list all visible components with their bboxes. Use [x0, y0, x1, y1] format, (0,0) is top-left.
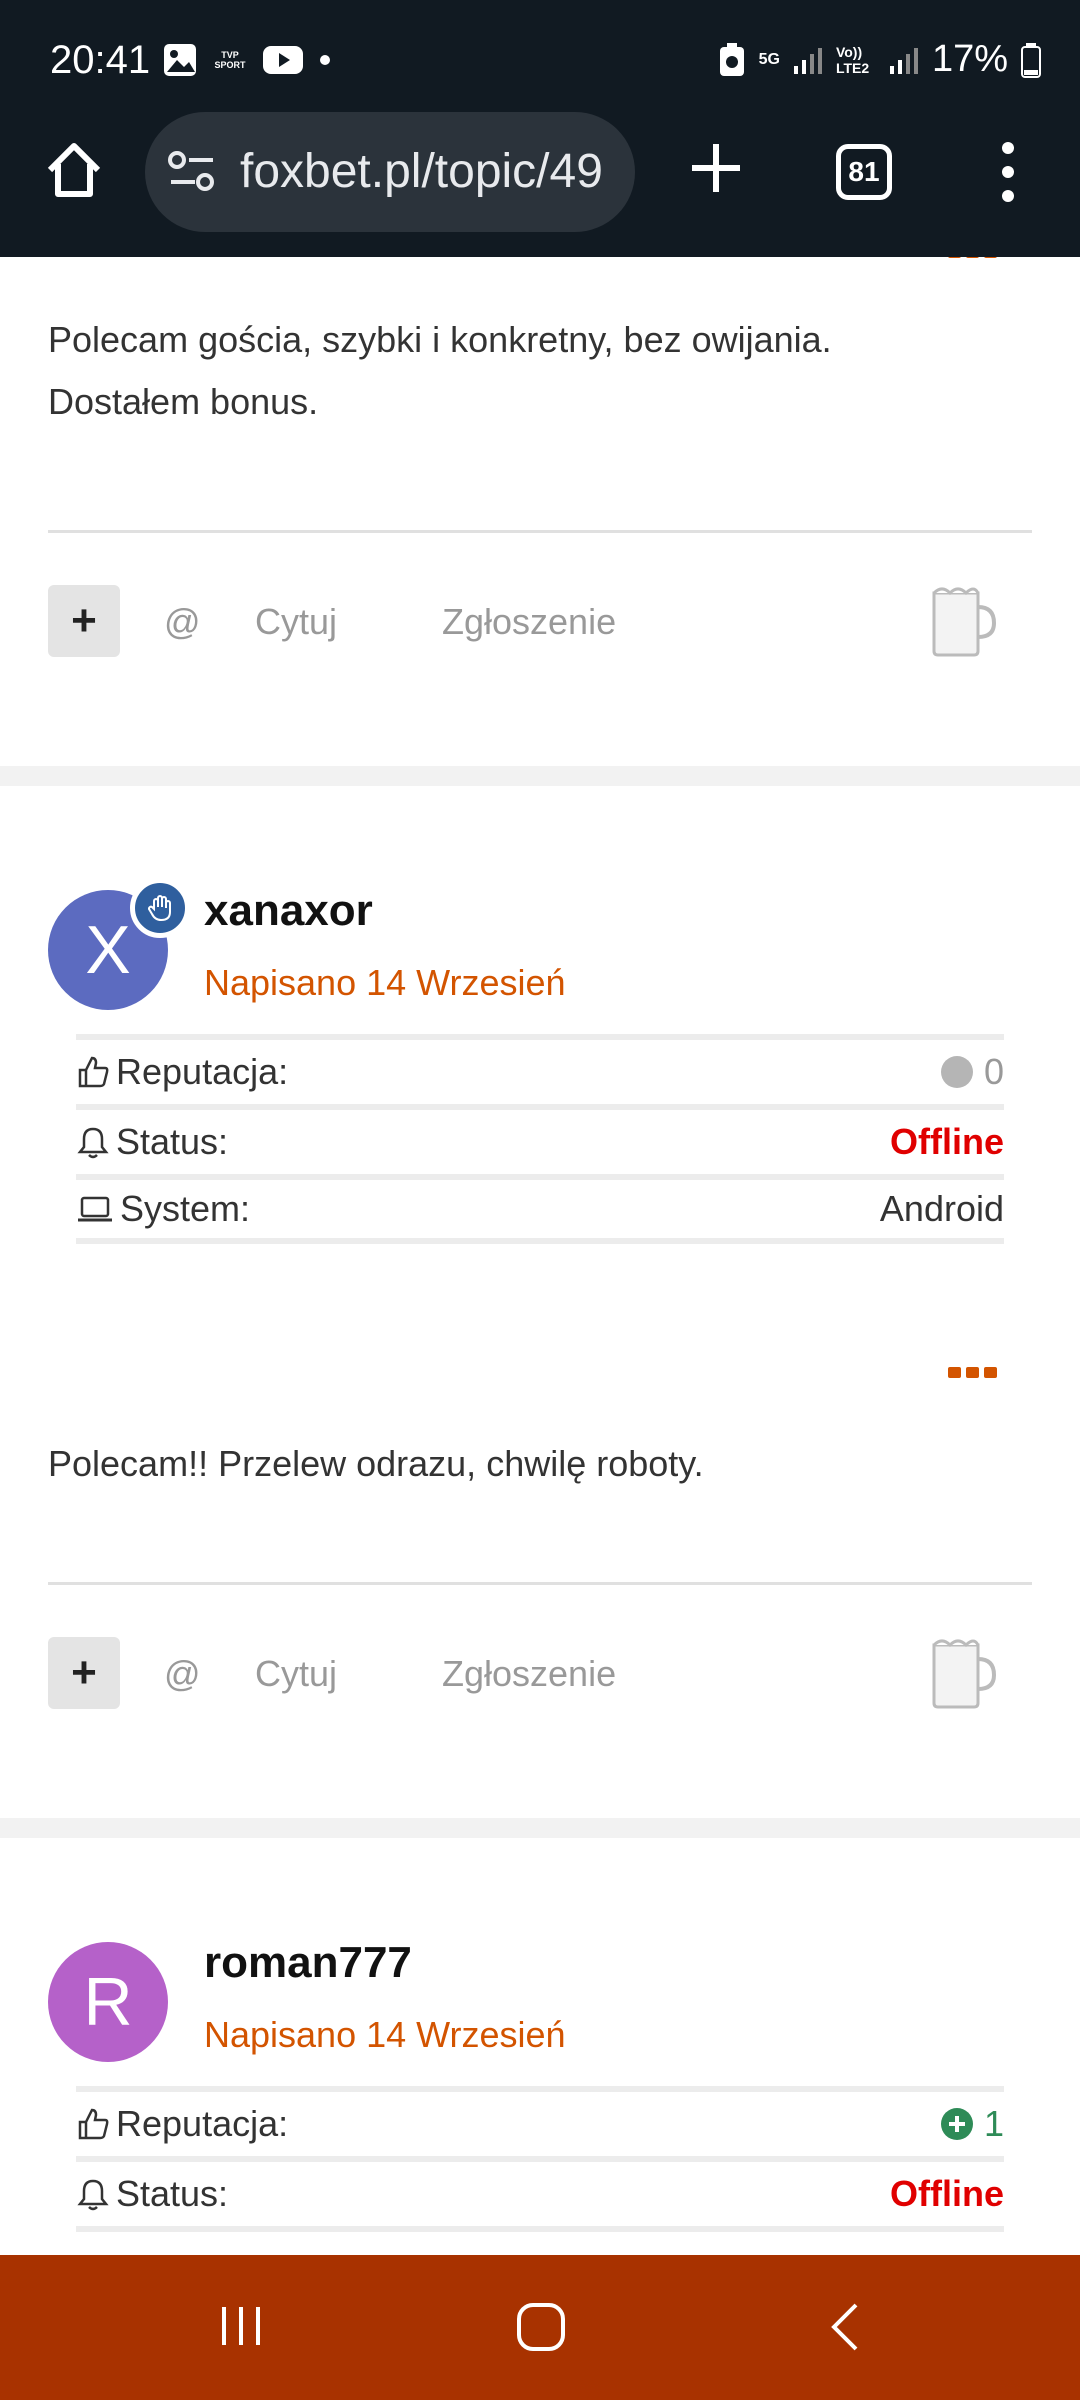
- hand-icon: [148, 895, 171, 922]
- reputation-label: Reputacja:: [116, 1051, 289, 1092]
- system-value: Android: [879, 1188, 1004, 1229]
- status-label: Status:: [116, 2173, 229, 2214]
- beer-mug-icon[interactable]: [928, 1635, 998, 1709]
- report-button[interactable]: Zgłoszenie: [442, 601, 616, 643]
- back-icon[interactable]: [826, 2301, 866, 2353]
- reputation-value: 1: [983, 2103, 1004, 2144]
- url-toolbar: foxbet.pl/topic/49 81: [0, 112, 1080, 232]
- address-bar[interactable]: foxbet.pl/topic/49: [145, 112, 635, 232]
- status-row: Status: Offline: [76, 2156, 1004, 2226]
- mention-button[interactable]: @: [164, 601, 201, 643]
- post-body: Polecam!! Przelew odrazu, chwilę roboty.: [48, 1443, 704, 1484]
- post-date: Napisano 14 Wrzesień: [204, 962, 566, 1003]
- username[interactable]: roman777: [204, 1938, 412, 1988]
- browser-chrome: 20:41 TVP SPORT 5G Vo)) LTE2 17% foxbet.…: [0, 0, 1080, 257]
- network-type: 5G: [758, 50, 780, 68]
- neutral-rep-icon: [940, 1056, 973, 1088]
- moderator-badge: [130, 878, 190, 938]
- status-row: Status: Offline: [76, 1104, 1004, 1174]
- post-card: X xanaxor Napisano 14 Wrzesień Reputacja…: [0, 786, 1080, 1818]
- system-row-partial: [76, 2226, 1004, 2255]
- clock: 20:41: [50, 38, 151, 82]
- post-text-line: Dostałem bonus.: [48, 381, 319, 422]
- tab-switcher-button[interactable]: 81: [836, 144, 892, 200]
- signal-icon-2: [889, 47, 918, 74]
- status-value: Offline: [890, 1121, 1004, 1162]
- mention-button[interactable]: @: [164, 1653, 201, 1695]
- author-info: Reputacja: 1 Status: Offline: [76, 2086, 1004, 2255]
- site-settings-icon[interactable]: [167, 150, 217, 194]
- reputation-row: Reputacja: 0: [76, 1034, 1004, 1104]
- divider: [48, 1582, 1032, 1585]
- reaction-button[interactable]: +: [48, 1637, 120, 1709]
- new-tab-icon[interactable]: [680, 132, 752, 204]
- youtube-icon: [263, 46, 303, 74]
- post-card: Polecam gościa, szybki i konkretny, bez …: [0, 257, 1080, 766]
- reputation-label: Reputacja:: [116, 2103, 289, 2144]
- signal-icon: [793, 47, 822, 74]
- system-label: System:: [120, 1188, 251, 1229]
- username[interactable]: xanaxor: [204, 886, 373, 936]
- battery-percent: 17%: [931, 38, 1008, 80]
- beer-mug-icon[interactable]: [928, 583, 998, 657]
- avatar[interactable]: R: [48, 1942, 168, 2062]
- page-content: Polecam gościa, szybki i konkretny, bez …: [0, 257, 1080, 2255]
- url-text[interactable]: foxbet.pl/topic/49: [240, 144, 620, 199]
- lte-label: Vo)) LTE2: [835, 43, 870, 76]
- status-label: Status:: [116, 1121, 229, 1162]
- laptop-icon: [78, 1196, 112, 1222]
- notification-icons: TVP SPORT: [162, 42, 332, 78]
- system-nav-bar: [0, 2255, 1080, 2400]
- quote-button[interactable]: Cytuj: [255, 1653, 337, 1695]
- post-body: Polecam gościa, szybki i konkretny, bez …: [48, 309, 832, 433]
- overflow-menu-icon[interactable]: [990, 136, 1026, 208]
- dot-icon: [320, 55, 330, 65]
- divider: [48, 530, 1032, 533]
- reputation-value: 0: [983, 1051, 1004, 1092]
- thumbs-up-icon: [78, 1056, 109, 1088]
- home-icon[interactable]: [38, 134, 110, 206]
- post-card: R roman777 Napisano 14 Wrzesień Reputacj…: [0, 1838, 1080, 2255]
- report-button[interactable]: Zgłoszenie: [442, 1653, 616, 1695]
- gallery-icon: [164, 44, 196, 76]
- more-options-icon[interactable]: [948, 257, 997, 258]
- post-text-line: Polecam gościa, szybki i konkretny, bez …: [48, 319, 832, 360]
- thumbs-up-icon: [78, 2108, 109, 2140]
- bell-icon: [77, 2179, 109, 2211]
- more-options-icon[interactable]: [948, 1367, 997, 1378]
- tvp-sport-icon: TVP SPORT: [214, 50, 246, 70]
- author-info: Reputacja: 0 Status: Offline System: And…: [76, 1034, 1004, 1244]
- system-row: System: Android: [76, 1174, 1004, 1244]
- positive-rep-icon: [940, 2108, 973, 2140]
- status-bar: 20:41 TVP SPORT 5G Vo)) LTE2 17%: [0, 0, 1080, 120]
- status-value: Offline: [890, 2173, 1004, 2214]
- bell-icon: [77, 1127, 109, 1159]
- quote-button[interactable]: Cytuj: [255, 601, 337, 643]
- battery-saver-icon: [719, 42, 744, 76]
- post-date: Napisano 14 Wrzesień: [204, 2014, 566, 2055]
- system-status: 5G Vo)) LTE2 17%: [717, 38, 1042, 81]
- battery-icon: [1021, 42, 1041, 78]
- reputation-row: Reputacja: 1: [76, 2086, 1004, 2156]
- recent-apps-icon[interactable]: [216, 2301, 266, 2351]
- reaction-button[interactable]: +: [48, 585, 120, 657]
- home-nav-icon[interactable]: [515, 2301, 567, 2353]
